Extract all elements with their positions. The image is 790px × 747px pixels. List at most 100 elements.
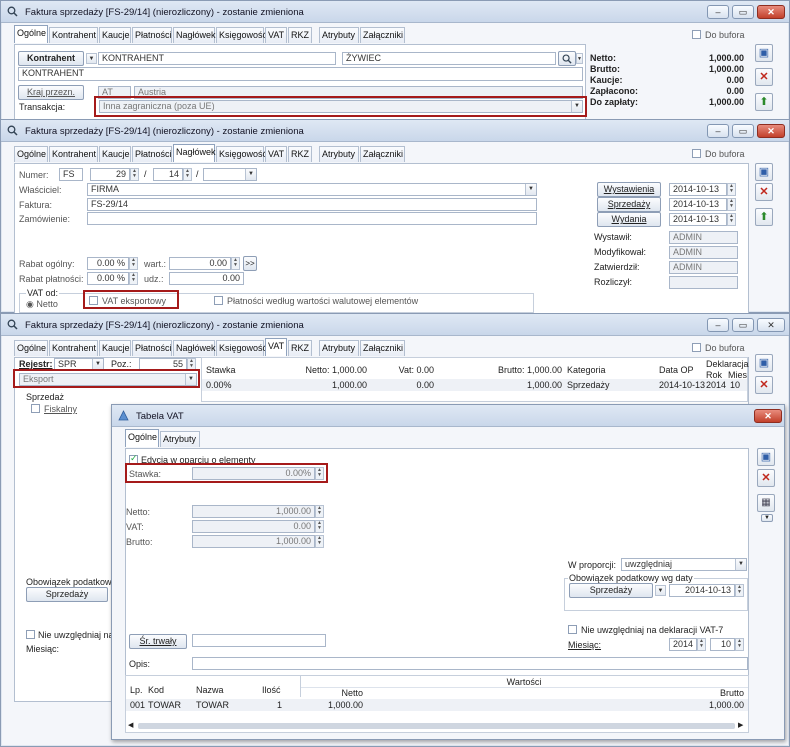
tab-atrybuty[interactable]: Atrybuty <box>319 340 359 356</box>
wystawienia-date[interactable]: 2014-10-13 <box>669 183 727 196</box>
sprzedazy-date-button[interactable]: Sprzedaży <box>597 197 661 212</box>
wlasciciel-select[interactable]: FIRMA <box>87 183 537 196</box>
maximize-button[interactable]: ▭ <box>732 318 754 332</box>
faktura-field[interactable]: FS-29/14 <box>87 198 537 211</box>
tab-kaucje[interactable]: Kaucje <box>99 27 131 43</box>
platnosci-wg-checkbox[interactable] <box>214 296 223 305</box>
fiskalny-checkbox[interactable] <box>31 404 40 413</box>
col-nazwa[interactable]: Nazwa <box>196 685 224 695</box>
maximize-button[interactable]: ▭ <box>732 5 754 19</box>
tab-kontrahent[interactable]: Kontrahent <box>49 146 98 162</box>
kontrahent-dropdown[interactable]: ▼ <box>86 53 97 64</box>
col-stawka[interactable]: Stawka <box>206 365 236 375</box>
calculator-icon[interactable]: ▦ <box>757 494 775 512</box>
minimize-button[interactable]: – <box>707 5 729 19</box>
tab-ogolne[interactable]: Ogólne <box>125 429 159 447</box>
kraj-przezn-button[interactable]: Kraj przezn. <box>18 85 84 100</box>
tab-kaucje[interactable]: Kaucje <box>99 340 131 356</box>
rabat-ogolny-field[interactable]: 0.00 % <box>87 257 129 270</box>
sprzedazy-spinner[interactable]: ▲ ▼ <box>727 198 736 211</box>
rabat-ogolny-spinner[interactable]: ▲ ▼ <box>129 257 138 270</box>
wydania-spinner[interactable]: ▲ ▼ <box>727 213 736 226</box>
rok-spinner[interactable]: ▲ ▼ <box>697 638 706 651</box>
close-button[interactable]: ✕ <box>754 409 782 423</box>
wart-spinner[interactable]: ▲ ▼ <box>231 257 240 270</box>
col-brutto[interactable]: Brutto <box>686 688 744 698</box>
save-button[interactable]: ▣ <box>755 44 773 62</box>
vat-spinner[interactable]: ▲ ▼ <box>315 520 324 533</box>
tab-ogolne[interactable]: Ogólne <box>14 340 48 356</box>
col-ilosc[interactable]: Ilość <box>262 685 281 695</box>
numer-no-field[interactable]: 29 <box>90 168 130 181</box>
wart-field[interactable]: 0.00 <box>169 257 231 270</box>
col-lp[interactable]: Lp. <box>130 685 143 695</box>
col-vat[interactable]: Vat: 0.00 <box>372 365 434 375</box>
numer-prefix-field[interactable]: FS <box>59 168 83 181</box>
obowiazek-dropdown[interactable]: ▼ <box>655 585 666 596</box>
tab-vat[interactable]: VAT <box>265 146 287 162</box>
wydania-button[interactable]: Wydania <box>597 212 661 227</box>
nie-uwzgl-checkbox[interactable] <box>568 625 577 634</box>
tab-zalaczniki[interactable]: Załączniki <box>360 146 405 162</box>
wystawienia-button[interactable]: Wystawienia <box>597 182 661 197</box>
col-kategoria[interactable]: Kategoria <box>567 365 606 375</box>
mies-field[interactable]: 10 <box>710 638 735 651</box>
close-button[interactable]: ✕ <box>757 318 785 332</box>
w-proporcji-dropdown[interactable]: ▼ <box>735 559 746 570</box>
sprzedazy-date[interactable]: 2014-10-13 <box>669 198 727 211</box>
numer-year-spinner[interactable]: ▲ ▼ <box>183 168 192 181</box>
numer-series-dropdown[interactable]: ▼ <box>245 169 256 180</box>
minimize-button[interactable]: – <box>707 318 729 332</box>
wystawienia-spinner[interactable]: ▲ ▼ <box>727 183 736 196</box>
tab-ogolne[interactable]: Ogólne <box>14 146 48 162</box>
tab-zalaczniki[interactable]: Załączniki <box>360 27 405 43</box>
tab-naglowek[interactable]: Nagłówek <box>173 340 216 356</box>
col-kod[interactable]: Kod <box>148 685 164 695</box>
wydania-date[interactable]: 2014-10-13 <box>669 213 727 226</box>
scroll-thumb[interactable] <box>138 723 735 729</box>
tab-naglowek[interactable]: Nagłówek <box>173 144 216 162</box>
close-button[interactable]: ✕ <box>757 124 785 138</box>
tab-kontrahent[interactable]: Kontrahent <box>49 340 98 356</box>
cancel-button[interactable]: ✕ <box>755 68 773 86</box>
tab-zalaczniki[interactable]: Załączniki <box>360 340 405 356</box>
grid-row[interactable]: 001 TOWAR TOWAR 1 1,000.00 1,000.00 <box>126 699 748 711</box>
kontrahent-code-field[interactable]: KONTRAHENT <box>98 52 336 65</box>
nie-uwzgl-checkbox[interactable] <box>26 630 35 639</box>
numer-no-spinner[interactable]: ▲ ▼ <box>130 168 139 181</box>
do-bufora-checkbox[interactable] <box>692 149 701 158</box>
cancel-button[interactable]: ✕ <box>757 469 775 487</box>
more-options-button[interactable]: ▼ <box>761 514 773 522</box>
tab-naglowek[interactable]: Nagłówek <box>173 27 216 43</box>
confirm-button[interactable]: ⬆ <box>755 208 773 226</box>
scroll-left-icon[interactable]: ◀ <box>128 721 133 729</box>
kontrahent-name-field[interactable]: KONTRAHENT <box>18 67 583 81</box>
tab-ogolne[interactable]: Ogólne <box>14 25 48 43</box>
obowiazek-sprzedazy-button[interactable]: Sprzedaży <box>26 587 108 602</box>
obowiazek-date[interactable]: 2014-10-13 <box>669 584 735 597</box>
sr-trwaly-field[interactable] <box>192 634 326 647</box>
rok-field[interactable]: 2014 <box>669 638 697 651</box>
numer-year-field[interactable]: 14 <box>153 168 183 181</box>
kontrahent-button[interactable]: Kontrahent <box>18 51 84 66</box>
col-data-op[interactable]: Data OP <box>659 365 694 375</box>
col-brutto[interactable]: Brutto: 1,000.00 <box>442 365 562 375</box>
confirm-button[interactable]: ⬆ <box>755 93 773 111</box>
tab-platnosci[interactable]: Płatności <box>132 27 172 43</box>
netto-radio[interactable]: ◉ Netto <box>26 299 58 310</box>
search-dropdown[interactable]: ▼ <box>576 53 583 64</box>
tab-vat[interactable]: VAT <box>265 27 287 43</box>
w-proporcji-select[interactable]: uwzględniaj <box>621 558 747 571</box>
obowiazek-date-spinner[interactable]: ▲ ▼ <box>735 584 744 597</box>
tab-ksiegowosc[interactable]: Księgowość <box>216 146 267 162</box>
minimize-button[interactable]: – <box>707 124 729 138</box>
tab-rkz[interactable]: RKZ <box>288 340 312 356</box>
tab-atrybuty[interactable]: Atrybuty <box>160 431 200 447</box>
save-button[interactable]: ▣ <box>755 354 773 372</box>
cancel-button[interactable]: ✕ <box>755 183 773 201</box>
brutto-spinner[interactable]: ▲ ▼ <box>315 535 324 548</box>
tab-atrybuty[interactable]: Atrybuty <box>319 146 359 162</box>
tab-rkz[interactable]: RKZ <box>288 146 312 162</box>
tab-platnosci[interactable]: Płatności <box>132 340 172 356</box>
sr-trwaly-button[interactable]: Śr. trwały <box>129 634 187 649</box>
